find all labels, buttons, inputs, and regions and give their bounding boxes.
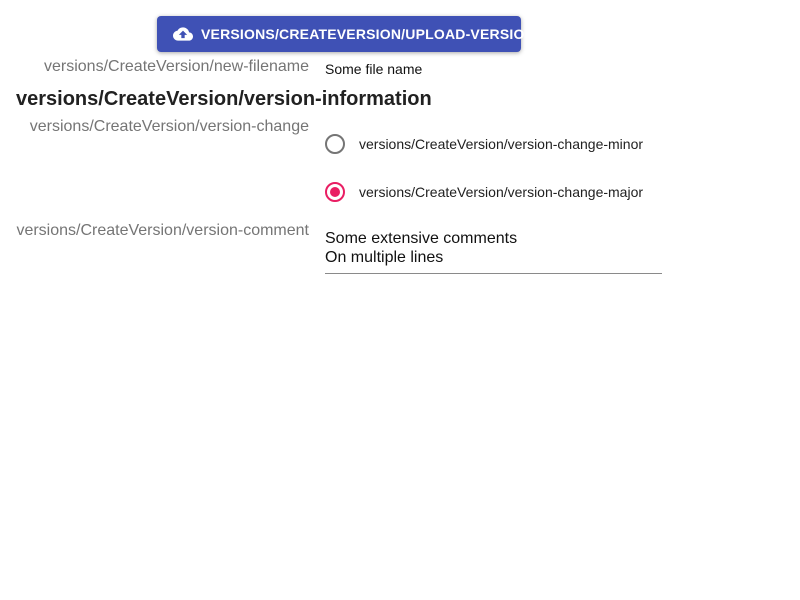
comment-line: On multiple lines [325, 249, 444, 266]
radio-selected-dot [330, 187, 340, 197]
upload-version-button-label: VERSIONS/CREATEVERSION/UPLOAD-VERSION [201, 26, 535, 42]
new-filename-label: versions/CreateVersion/new-filename [43, 58, 309, 75]
version-comment-label: versions/CreateVersion/version-comment [16, 222, 309, 239]
new-filename-value[interactable]: Some file name [325, 61, 422, 77]
cloud-upload-icon [173, 24, 193, 44]
version-change-minor-label: versions/CreateVersion/version-change-mi… [359, 136, 644, 152]
version-change-major-label: versions/CreateVersion/version-change-ma… [359, 184, 644, 200]
upload-version-button[interactable]: VERSIONS/CREATEVERSION/UPLOAD-VERSION [157, 16, 535, 52]
version-change-major-radio[interactable] [325, 182, 345, 202]
version-change-label: versions/CreateVersion/version-change [29, 118, 309, 135]
version-change-minor-option[interactable]: versions/CreateVersion/version-change-mi… [325, 134, 643, 154]
version-change-minor-radio[interactable] [325, 134, 345, 154]
version-change-major-option[interactable]: versions/CreateVersion/version-change-ma… [325, 182, 643, 202]
create-version-form: VERSIONS/CREATEVERSION/UPLOAD-VERSION ve… [0, 0, 800, 600]
comment-line: Some extensive comments [325, 230, 518, 247]
version-comment-textarea[interactable]: Some extensive comments On multiple line… [325, 229, 662, 274]
version-information-heading: versions/CreateVersion/version-informati… [16, 88, 432, 110]
